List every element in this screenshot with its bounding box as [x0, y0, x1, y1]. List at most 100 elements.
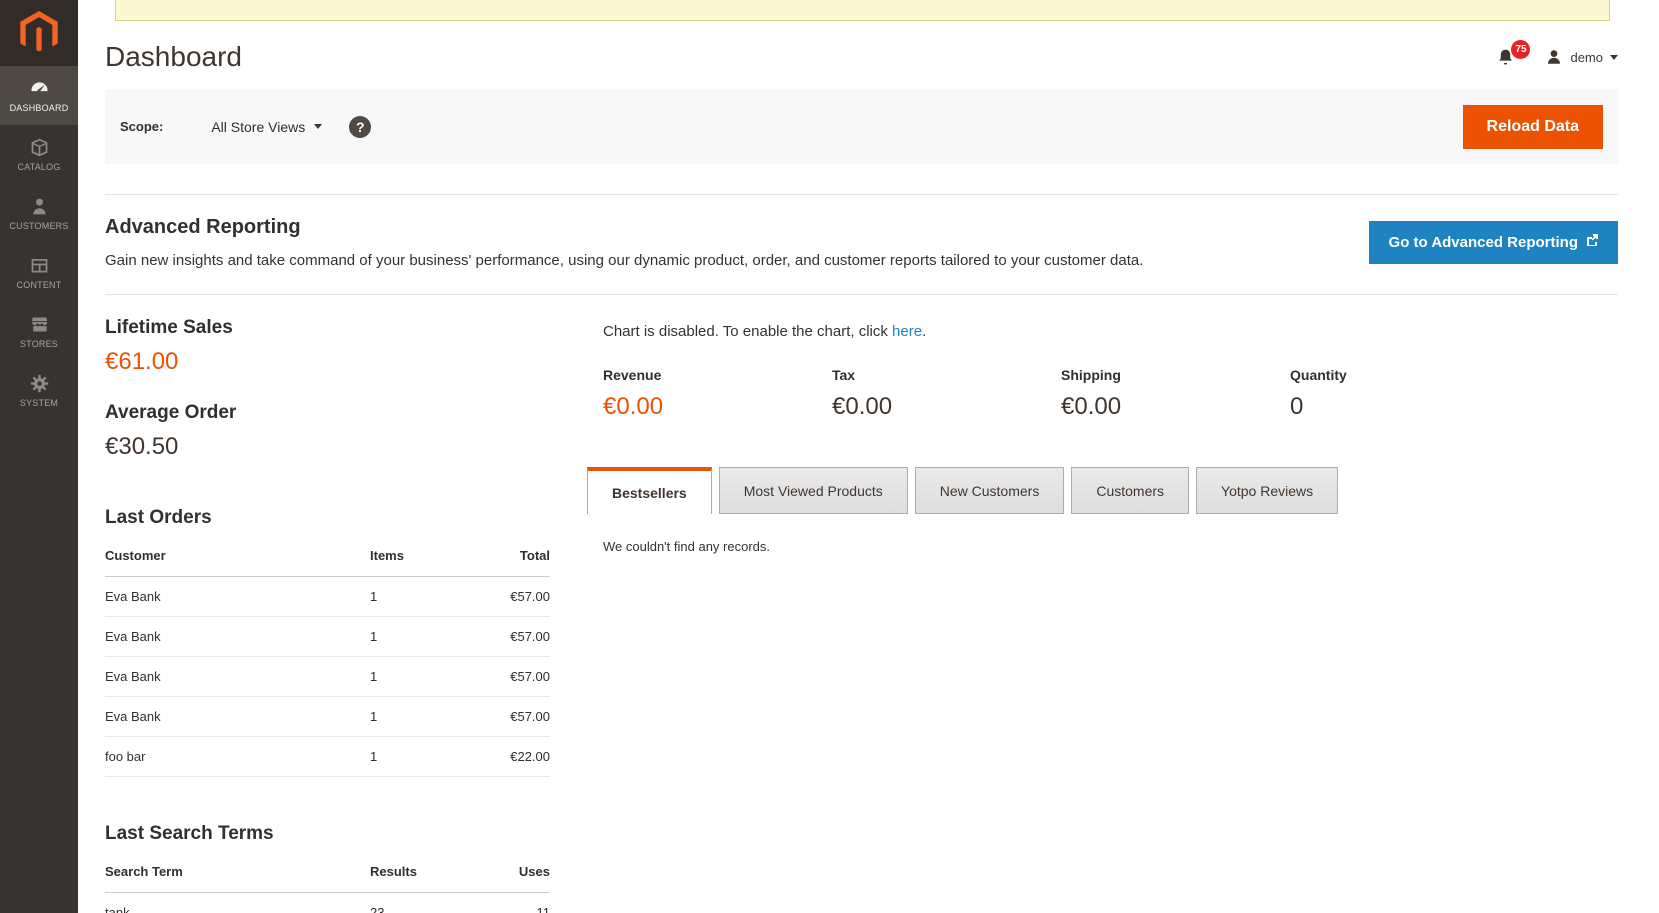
- external-link-icon: [1586, 234, 1598, 246]
- table-row[interactable]: foo bar 1 €22.00: [105, 737, 550, 777]
- notification-count-badge: 75: [1511, 40, 1530, 59]
- cell-total: €22.00: [460, 737, 550, 777]
- kpi-label: Tax: [832, 367, 1061, 383]
- kpi-value: 0: [1290, 393, 1519, 421]
- magento-admin-app: DASHBOARD CATALOG CUSTOMERS CONTENT STOR: [0, 0, 1659, 913]
- sidebar-item-content[interactable]: CONTENT: [0, 243, 78, 302]
- kpi-label: Shipping: [1061, 367, 1290, 383]
- tab-customers[interactable]: Customers: [1071, 467, 1189, 514]
- table-row[interactable]: Eva Bank 1 €57.00: [105, 697, 550, 737]
- cell-items: 1: [370, 697, 460, 737]
- reload-data-button[interactable]: Reload Data: [1463, 105, 1603, 149]
- column-header-items: Items: [370, 537, 460, 577]
- chart-notice-suffix: .: [922, 323, 926, 340]
- kpi-quantity: Quantity 0: [1290, 367, 1519, 421]
- cell-items: 1: [370, 617, 460, 657]
- admin-sidebar: DASHBOARD CATALOG CUSTOMERS CONTENT STOR: [0, 0, 78, 913]
- sidebar-item-label: CONTENT: [17, 280, 62, 290]
- catalog-box-icon: [29, 137, 50, 158]
- right-column: Chart is disabled. To enable the chart, …: [587, 295, 1618, 913]
- dashboard-gauge-icon: [29, 78, 50, 99]
- table-header-row: Search Term Results Uses: [105, 853, 550, 893]
- user-menu[interactable]: demo: [1545, 48, 1618, 66]
- lifetime-sales-metric: Lifetime Sales €61.00: [105, 317, 550, 376]
- sidebar-item-label: CATALOG: [17, 162, 60, 172]
- header-actions: 75 demo: [1496, 48, 1618, 67]
- lifetime-sales-label: Lifetime Sales: [105, 317, 550, 339]
- sidebar-item-label: CUSTOMERS: [9, 221, 68, 231]
- user-icon: [1545, 48, 1563, 66]
- cell-customer: Eva Bank: [105, 577, 370, 617]
- empty-records-message: We couldn't find any records.: [603, 539, 1618, 554]
- magento-logo[interactable]: [0, 0, 78, 66]
- store-view-switcher[interactable]: All Store Views: [211, 119, 322, 135]
- tab-yotpo-reviews[interactable]: Yotpo Reviews: [1196, 467, 1338, 514]
- column-header-customer: Customer: [105, 537, 370, 577]
- chart-disabled-notice: Chart is disabled. To enable the chart, …: [603, 323, 1618, 340]
- notifications-button[interactable]: 75: [1496, 48, 1515, 67]
- kpi-value: €0.00: [832, 393, 1061, 421]
- lifetime-sales-value: €61.00: [105, 348, 550, 376]
- table-row[interactable]: Eva Bank 1 €57.00: [105, 657, 550, 697]
- advanced-reporting-section: Advanced Reporting Gain new insights and…: [105, 194, 1618, 295]
- last-orders-table: Customer Items Total Eva Bank 1 €57.00: [105, 537, 550, 777]
- last-search-terms-title: Last Search Terms: [105, 823, 550, 845]
- cell-total: €57.00: [460, 697, 550, 737]
- dashboard-columns: Lifetime Sales €61.00 Average Order €30.…: [105, 295, 1618, 913]
- column-header-search-term: Search Term: [105, 853, 370, 893]
- table-row[interactable]: tank 23 11: [105, 893, 550, 913]
- sidebar-item-label: SYSTEM: [20, 398, 58, 408]
- advanced-reporting-text: Advanced Reporting Gain new insights and…: [105, 216, 1143, 269]
- kpi-shipping: Shipping €0.00: [1061, 367, 1290, 421]
- go-to-advanced-reporting-button[interactable]: Go to Advanced Reporting: [1369, 221, 1618, 264]
- cell-customer: Eva Bank: [105, 657, 370, 697]
- kpi-revenue: Revenue €0.00: [603, 367, 832, 421]
- sidebar-item-customers[interactable]: CUSTOMERS: [0, 184, 78, 243]
- cell-items: 1: [370, 737, 460, 777]
- cell-search-term: tank: [105, 893, 370, 913]
- cell-items: 1: [370, 657, 460, 697]
- stores-shop-icon: [29, 314, 50, 335]
- cell-customer: foo bar: [105, 737, 370, 777]
- dashboard-tabs: Bestsellers Most Viewed Products New Cus…: [587, 467, 1618, 514]
- chart-notice-text: Chart is disabled. To enable the chart, …: [603, 323, 892, 340]
- tab-most-viewed-products[interactable]: Most Viewed Products: [719, 467, 908, 514]
- store-view-value: All Store Views: [211, 119, 305, 135]
- notification-banner: [115, 0, 1610, 21]
- cell-items: 1: [370, 577, 460, 617]
- column-header-uses: Uses: [460, 853, 550, 893]
- table-header-row: Customer Items Total: [105, 537, 550, 577]
- left-column: Lifetime Sales €61.00 Average Order €30.…: [105, 295, 550, 913]
- table-row[interactable]: Eva Bank 1 €57.00: [105, 617, 550, 657]
- advanced-reporting-title: Advanced Reporting: [105, 216, 1143, 239]
- sidebar-item-system[interactable]: SYSTEM: [0, 361, 78, 420]
- sidebar-item-label: STORES: [20, 339, 58, 349]
- chevron-down-icon: [314, 124, 322, 129]
- average-order-value: €30.50: [105, 433, 550, 461]
- sidebar-item-catalog[interactable]: CATALOG: [0, 125, 78, 184]
- table-row[interactable]: Eva Bank 1 €57.00: [105, 577, 550, 617]
- kpi-row: Revenue €0.00 Tax €0.00 Shipping €0.00 Q…: [603, 367, 1618, 421]
- kpi-tax: Tax €0.00: [832, 367, 1061, 421]
- average-order-label: Average Order: [105, 402, 550, 424]
- average-order-metric: Average Order €30.50: [105, 402, 550, 461]
- kpi-label: Revenue: [603, 367, 832, 383]
- username: demo: [1570, 50, 1603, 65]
- kpi-value: €0.00: [603, 393, 832, 421]
- magento-logo-icon: [20, 11, 58, 55]
- sidebar-item-stores[interactable]: STORES: [0, 302, 78, 361]
- sidebar-item-dashboard[interactable]: DASHBOARD: [0, 66, 78, 125]
- last-search-terms-table: Search Term Results Uses tank 23 11: [105, 853, 550, 913]
- content-layout-icon: [29, 255, 50, 276]
- last-search-terms-section: Last Search Terms Search Term Results Us…: [105, 823, 550, 913]
- help-icon[interactable]: ?: [349, 116, 371, 138]
- main-area: Dashboard 75 demo Scope:: [78, 0, 1659, 913]
- enable-chart-link[interactable]: here: [892, 323, 922, 340]
- tab-new-customers[interactable]: New Customers: [915, 467, 1065, 514]
- kpi-value: €0.00: [1061, 393, 1290, 421]
- cell-customer: Eva Bank: [105, 697, 370, 737]
- tab-bestsellers[interactable]: Bestsellers: [587, 467, 712, 514]
- last-orders-title: Last Orders: [105, 507, 550, 529]
- scope-bar: Scope: All Store Views ? Reload Data: [105, 89, 1618, 164]
- cell-uses: 11: [460, 893, 550, 913]
